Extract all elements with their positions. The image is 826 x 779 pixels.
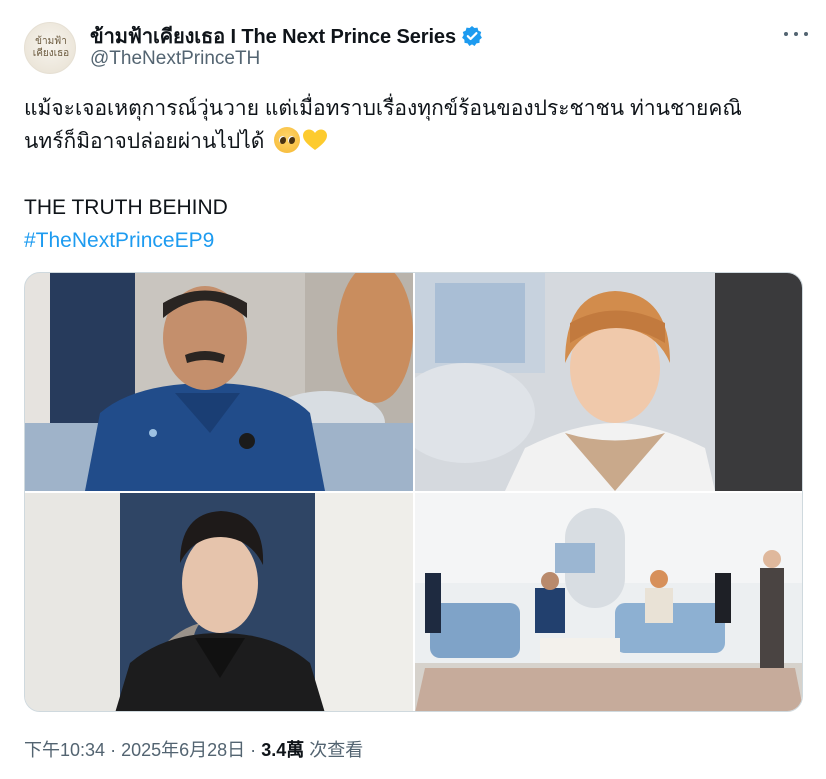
photo-2-image — [415, 273, 802, 491]
post-text-line-2: นทร์ก็มิอาจปล่อยผ่านไปได้ — [24, 130, 265, 153]
post-text-line-3: THE TRUTH BEHIND — [24, 196, 228, 219]
post-header: ข้ามฟ้า เคียงเธอ ข้ามฟ้าเคียงเธอ I The Ne… — [24, 14, 814, 74]
post-meta: 下午10:34 · 2025年6月28日 · 3.4萬 次查看 — [24, 736, 363, 762]
post-text: แม้จะเจอเหตุการณ์วุ่นวาย แต่เมื่อทราบเรื… — [24, 92, 804, 257]
pleading-face-icon — [274, 127, 301, 153]
media-grid — [24, 272, 803, 712]
handle[interactable]: @TheNextPrinceTH — [90, 48, 260, 70]
views-count: 3.4萬 — [261, 740, 305, 760]
verified-badge-icon — [462, 26, 482, 46]
post-time[interactable]: 下午10:34 — [24, 740, 105, 760]
yellow-heart-icon — [303, 129, 328, 150]
hashtag-link[interactable]: #TheNextPrinceEP9 — [24, 224, 804, 257]
post-text-line-1: แม้จะเจอเหตุการณ์วุ่นวาย แต่เมื่อทราบเรื… — [24, 97, 742, 120]
photo-4[interactable] — [415, 493, 802, 711]
photo-1[interactable] — [25, 273, 413, 491]
photo-4-image — [415, 493, 802, 711]
photo-3-image — [25, 493, 413, 711]
meta-separator: · — [250, 740, 257, 760]
photo-2[interactable] — [415, 273, 802, 491]
views-label: 次查看 — [309, 740, 364, 760]
meta-separator: · — [110, 740, 117, 760]
photo-3[interactable] — [25, 493, 413, 711]
post-text-line-2-wrap: นทร์ก็มิอาจปล่อยผ่านไปได้ — [24, 125, 804, 158]
more-options-icon[interactable] — [784, 24, 808, 44]
avatar-logo-text: ข้ามฟ้า เคียงเธอ — [32, 36, 70, 59]
post-date[interactable]: 2025年6月28日 — [121, 740, 245, 760]
avatar[interactable]: ข้ามฟ้า เคียงเธอ — [24, 22, 76, 74]
photo-1-image — [25, 273, 413, 491]
